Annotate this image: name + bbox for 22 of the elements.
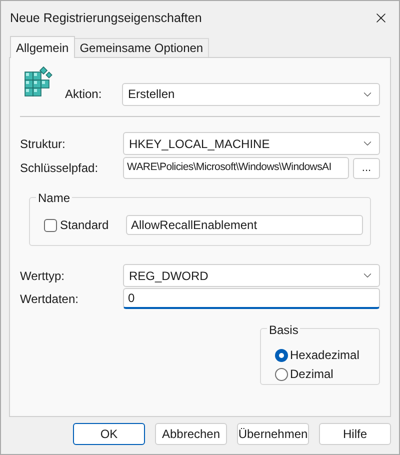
radio-button[interactable]: Hexadezimal: [275, 346, 379, 364]
field-label: Werttyp:: [20, 268, 66, 284]
window-title: Neue Registrierungseigenschaften: [10, 10, 202, 27]
field-label: Aktion:: [65, 86, 103, 103]
dropdown[interactable]: HKEY_LOCAL_MACHINE: [123, 132, 380, 155]
value-data-field[interactable]: 0: [123, 288, 380, 309]
field-label: Struktur:: [20, 136, 66, 152]
dialog-button[interactable]: Abbrechen: [155, 423, 227, 445]
tab[interactable]: Allgemein: [10, 36, 75, 58]
checkbox[interactable]: Standard: [44, 216, 126, 234]
radio-button[interactable]: Dezimal: [275, 365, 379, 383]
dialog-button[interactable]: Hilfe: [319, 423, 391, 445]
dropdown[interactable]: Erstellen: [122, 82, 380, 106]
dropdown[interactable]: REG_DWORD: [123, 264, 380, 287]
value-name-field[interactable]: AllowRecallEnablement: [126, 215, 363, 235]
dialog-button[interactable]: Übernehmen: [237, 423, 309, 445]
browse-button[interactable]: ...: [353, 158, 380, 178]
field-label: Wertdaten:: [20, 290, 80, 308]
field-label: Schlüsselpfad:: [20, 160, 100, 177]
dialog-button[interactable]: OK: [73, 423, 145, 445]
key-path-field[interactable]: WARE\Policies\Microsoft\Windows\WindowsAI: [123, 157, 349, 179]
tab[interactable]: Gemeinsame Optionen: [74, 38, 210, 57]
